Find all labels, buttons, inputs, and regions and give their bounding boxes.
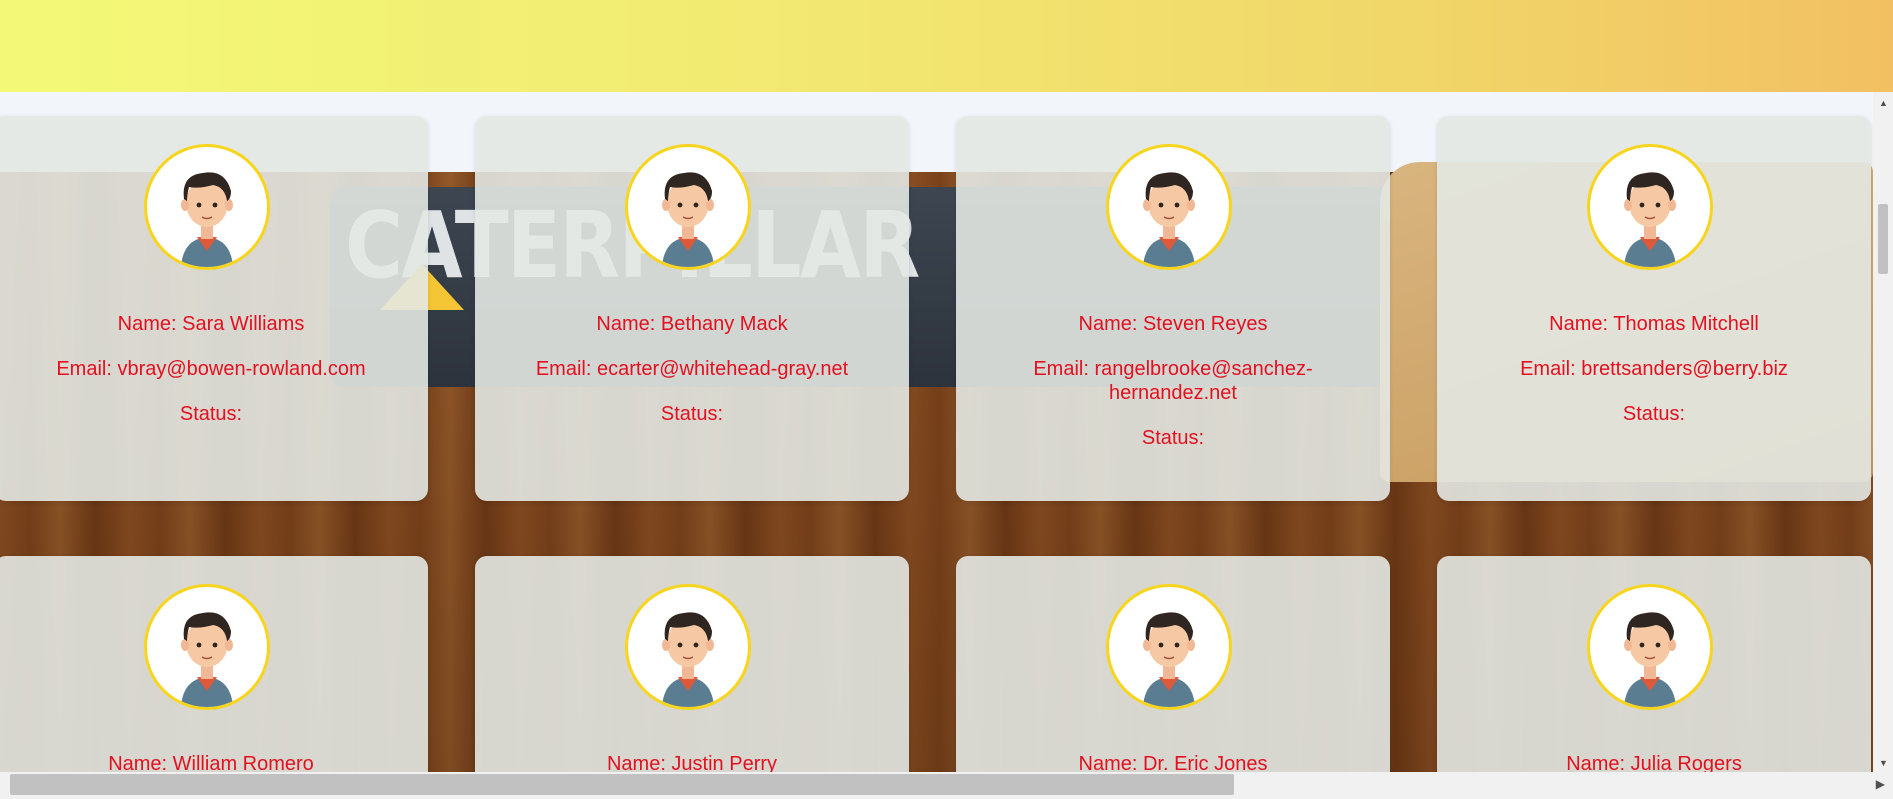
top-banner bbox=[0, 0, 1893, 92]
man-avatar-icon bbox=[144, 584, 270, 710]
user-name: Name: Thomas Mitchell bbox=[1549, 313, 1759, 335]
man-avatar-icon bbox=[1587, 584, 1713, 710]
man-avatar-icon bbox=[1587, 144, 1713, 270]
user-name: Name: Sara Williams bbox=[117, 313, 305, 335]
man-avatar-icon bbox=[625, 144, 751, 270]
right-arrow-icon[interactable]: ▶ bbox=[1876, 777, 1885, 791]
user-email: Email: vbray@bowen-rowland.com bbox=[56, 358, 366, 380]
man-avatar-icon bbox=[144, 144, 270, 270]
user-card[interactable]: Name: Justin Perry bbox=[475, 556, 909, 796]
user-email: Email: rangelbrooke@sanchez-hernandez.ne… bbox=[1033, 358, 1313, 404]
vertical-scrollbar[interactable]: ▲ ▼ bbox=[1873, 92, 1893, 772]
user-card[interactable]: Name: Steven Reyes Email: rangelbrooke@s… bbox=[956, 116, 1390, 501]
user-card[interactable]: Name: Bethany Mack Email: ecarter@whiteh… bbox=[475, 116, 909, 501]
man-avatar-icon bbox=[1106, 584, 1232, 710]
user-status: Status: bbox=[660, 403, 724, 425]
up-arrow-icon[interactable]: ▲ bbox=[1879, 98, 1888, 108]
vertical-scroll-thumb[interactable] bbox=[1878, 204, 1888, 274]
down-arrow-icon[interactable]: ▼ bbox=[1879, 758, 1888, 768]
user-card[interactable]: Name: Thomas Mitchell Email: brettsander… bbox=[1437, 116, 1871, 501]
horizontal-scroll-thumb[interactable] bbox=[10, 774, 1234, 795]
horizontal-scrollbar[interactable]: ▶ bbox=[0, 772, 1893, 799]
man-avatar-icon bbox=[625, 584, 751, 710]
user-status: Status: bbox=[179, 403, 243, 425]
user-name: Name: Bethany Mack bbox=[596, 313, 788, 335]
user-status: Status: bbox=[1622, 403, 1686, 425]
user-card[interactable]: Name: Dr. Eric Jones bbox=[956, 556, 1390, 796]
user-card[interactable]: Name: Julia Rogers bbox=[1437, 556, 1871, 796]
man-avatar-icon bbox=[1106, 144, 1232, 270]
user-card[interactable]: Name: Sara Williams Email: vbray@bowen-r… bbox=[0, 116, 428, 501]
user-email: Email: brettsanders@berry.biz bbox=[1520, 358, 1788, 380]
user-status: Status: bbox=[1141, 427, 1205, 449]
user-name: Name: Steven Reyes bbox=[1078, 313, 1268, 335]
user-card[interactable]: Name: William Romero bbox=[0, 556, 428, 796]
user-email: Email: ecarter@whitehead-gray.net bbox=[535, 358, 849, 380]
